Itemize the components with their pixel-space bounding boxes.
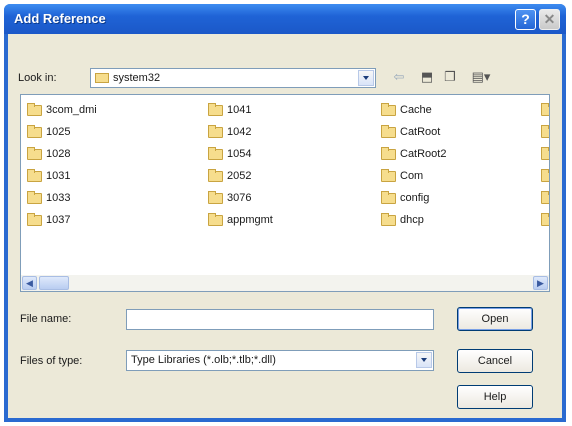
folder-icon: [381, 125, 396, 138]
folder-icon: [27, 213, 42, 226]
file-name-field[interactable]: [126, 309, 434, 330]
look-in-label: Look in:: [18, 72, 57, 84]
dialog-body: Look in: system32 ⇦ ⬒ ❐ ▤▾ 3com_dmi 1041…: [8, 34, 562, 418]
folder-icon: [381, 103, 396, 116]
list-item-partial[interactable]: [541, 191, 549, 207]
look-in-value: system32: [113, 72, 161, 84]
folder-icon: [208, 169, 223, 182]
folder-icon: [381, 169, 396, 182]
chevron-down-icon[interactable]: [416, 352, 432, 368]
folder-icon: [27, 125, 42, 138]
list-item-partial[interactable]: [541, 125, 549, 141]
folder-icon: [541, 125, 549, 138]
scroll-right-icon[interactable]: ▶: [533, 276, 548, 290]
file-name-label: File name:: [20, 313, 72, 325]
folder-icon: [27, 169, 42, 182]
folder-icon: [208, 125, 223, 138]
help-title-button[interactable]: ?: [515, 9, 536, 30]
files-of-type-value: Type Libraries (*.olb;*.tlb;*.dll): [131, 354, 276, 366]
folder-icon: [541, 147, 549, 160]
close-icon: ✕: [543, 11, 556, 27]
folder-icon: [27, 191, 42, 204]
folder-icon: [541, 103, 549, 116]
window-title: Add Reference: [14, 11, 106, 26]
scroll-left-icon[interactable]: ◀: [22, 276, 37, 290]
file-list[interactable]: 3com_dmi 1041 Cache 1025 1042 CatRoot 10…: [20, 94, 550, 292]
folder-icon: [381, 213, 396, 226]
folder-icon: [208, 103, 223, 116]
horizontal-scrollbar[interactable]: ◀ ▶: [21, 275, 549, 291]
open-button[interactable]: Open: [457, 307, 533, 331]
folder-icon: [541, 213, 549, 226]
folder-icon: [381, 147, 396, 160]
close-button[interactable]: ✕: [539, 9, 560, 30]
folder-icon: [541, 169, 549, 182]
folder-icon: [208, 213, 223, 226]
folder-icon: [541, 191, 549, 204]
list-item-partial[interactable]: [541, 213, 549, 229]
scrollbar-thumb[interactable]: [39, 276, 69, 290]
list-item-partial[interactable]: [541, 103, 549, 119]
view-menu-icon[interactable]: ▤▾: [468, 69, 494, 85]
files-of-type-label: Files of type:: [20, 355, 83, 367]
up-folder-icon[interactable]: ⬒: [418, 69, 436, 85]
chevron-down-icon[interactable]: [358, 70, 374, 86]
look-in-combo[interactable]: system32: [90, 68, 376, 88]
folder-icon: [27, 147, 42, 160]
files-of-type-select[interactable]: Type Libraries (*.olb;*.tlb;*.dll): [126, 350, 434, 371]
folder-icon: [95, 73, 109, 83]
cancel-button[interactable]: Cancel: [457, 349, 533, 373]
back-icon[interactable]: ⇦: [390, 69, 408, 85]
folder-icon: [208, 191, 223, 204]
title-bar[interactable]: Add Reference ? ✕: [4, 4, 566, 34]
folder-icon: [27, 103, 42, 116]
folder-icon: [381, 191, 396, 204]
list-item-partial[interactable]: [541, 169, 549, 185]
add-reference-dialog: Add Reference ? ✕ Look in: system32 ⇦ ⬒ …: [4, 4, 566, 422]
new-folder-icon[interactable]: ❐: [441, 69, 459, 85]
help-button[interactable]: Help: [457, 385, 533, 409]
list-item-partial[interactable]: [541, 147, 549, 163]
folder-icon: [208, 147, 223, 160]
